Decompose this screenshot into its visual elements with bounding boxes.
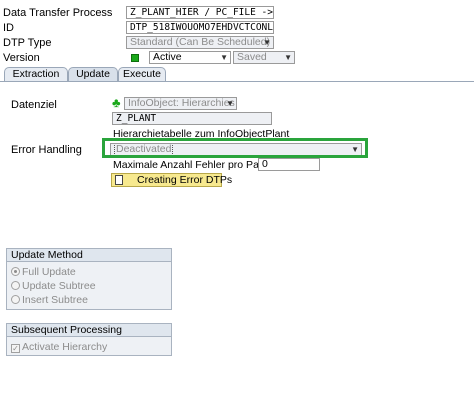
green-tree-icon: ♣ (112, 95, 121, 110)
version-value: Active (153, 51, 182, 63)
version-label: Version (3, 52, 40, 64)
radio-icon (11, 281, 20, 290)
tab-execute[interactable]: Execute (118, 67, 166, 81)
dtp-type-value: Standard (Can Be Scheduled) (130, 36, 271, 48)
id-field[interactable]: DTP_518IWOUOMO7EHDVCTCONLNHOV (126, 21, 274, 34)
error-handling-label: Error Handling (11, 144, 82, 156)
version-select[interactable]: Active ▼ (149, 51, 231, 64)
max-errors-field[interactable]: 0 (258, 158, 320, 171)
target-label: Datenziel (11, 99, 57, 111)
radio-icon (11, 295, 20, 304)
id-label: ID (3, 22, 14, 34)
creating-error-dtps-button[interactable]: Creating Error DTPs (111, 173, 232, 187)
document-icon (115, 175, 123, 185)
subsequent-processing-group: Subsequent Processing ✓ Activate Hierarch… (6, 323, 172, 356)
chevron-down-icon: ▼ (284, 53, 292, 62)
update-subtree-label: Update Subtree (22, 280, 96, 292)
update-method-group: Update Method Full Update Update Subtree… (6, 248, 172, 310)
checkbox-checked-icon: ✓ (11, 344, 20, 353)
insert-subtree-option[interactable]: Insert Subtree (11, 294, 88, 306)
tab-strip: Extraction Update Execute (0, 67, 474, 81)
status-select[interactable]: Saved ▼ (233, 51, 295, 64)
tab-extraction[interactable]: Extraction (4, 67, 68, 81)
status-value: Saved (237, 51, 267, 63)
target-type-value: InfoObject: Hierarchies (128, 97, 235, 109)
max-errors-label: Maximale Anzahl Fehler pro Paket (113, 159, 273, 171)
dtp-type-field[interactable]: Standard (Can Be Scheduled) ▼ (126, 36, 274, 49)
subsequent-processing-title: Subsequent Processing (7, 324, 171, 337)
full-update-label: Full Update (22, 266, 76, 278)
tab-update[interactable]: Update (68, 67, 118, 81)
dtp-field[interactable]: Z_PLANT_HIER / PC_FILE -> Z_PLANT (126, 6, 274, 19)
dtp-label: Data Transfer Process (3, 7, 113, 19)
highlight-box (102, 138, 368, 158)
full-update-option[interactable]: Full Update (11, 266, 76, 278)
activate-hierarchy-label: Activate Hierarchy (22, 341, 108, 353)
chevron-down-icon: ▼ (263, 38, 271, 47)
chevron-down-icon: ▼ (220, 53, 228, 62)
target-type-select[interactable]: InfoObject: Hierarchies ▼ (124, 97, 237, 110)
green-square-icon (131, 54, 139, 62)
creating-error-dtps-label: Creating Error DTPs (137, 174, 233, 186)
dtp-type-label: DTP Type (3, 37, 52, 49)
update-subtree-option[interactable]: Update Subtree (11, 280, 96, 292)
chevron-down-icon: ▼ (226, 99, 234, 108)
update-method-title: Update Method (7, 249, 171, 262)
activate-hierarchy-option[interactable]: ✓ Activate Hierarchy (11, 341, 107, 353)
target-name-field[interactable]: Z_PLANT (112, 112, 272, 125)
insert-subtree-label: Insert Subtree (22, 294, 88, 306)
radio-selected-icon (11, 267, 20, 276)
